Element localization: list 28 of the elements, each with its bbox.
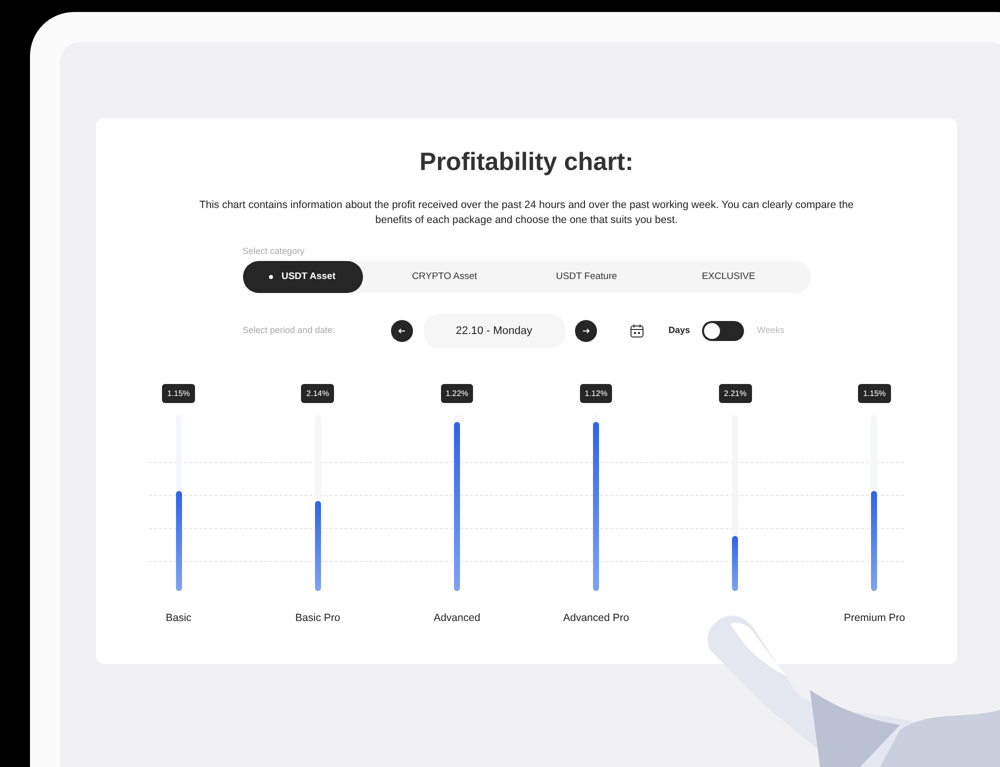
percentage-badge: 2.14% — [301, 384, 334, 403]
category-tab[interactable]: EXCLUSIVE — [668, 261, 788, 293]
package-label: Advanced — [434, 611, 480, 626]
weeks-label: Weeks — [757, 324, 784, 338]
percentage-badge: 1.15% — [162, 384, 195, 403]
page-title: Profitability chart: — [420, 147, 634, 178]
package-label: Basic — [166, 611, 192, 626]
package-label: Premium Pro — [844, 611, 906, 626]
package-label: Basic Pro — [295, 611, 340, 626]
left-arrow-icon — [398, 327, 406, 335]
calendar-icon[interactable] — [628, 323, 644, 339]
period-toggle[interactable] — [702, 321, 744, 341]
category-label: Select category — [242, 244, 306, 258]
percentage-badge: 1.15% — [858, 384, 891, 403]
right-arrow-icon — [582, 327, 590, 335]
percentage-badge: 2.21% — [718, 384, 752, 403]
percentage-badge: 1.12% — [580, 384, 612, 403]
days-label: Days — [668, 324, 690, 338]
previous-button[interactable] — [390, 320, 412, 342]
percentage-badge: 1.22% — [440, 384, 474, 403]
category-tab[interactable]: CRYPTO Asset — [384, 261, 504, 293]
date-field[interactable]: 22.10 - Monday — [424, 314, 564, 348]
description: This chart contains information about the profit received over the past 24 hours and over the past working week. You can clearly compare the benefits of each package and choose the one that suits you best. — [198, 198, 855, 228]
period-label: Select period and date: — [242, 324, 336, 338]
category-tab[interactable]: USDT Feature — [526, 261, 646, 293]
next-button[interactable] — [574, 320, 596, 342]
category-tab[interactable]: USDT Asset — [242, 261, 362, 293]
package-label: Advanced Pro — [563, 611, 630, 626]
